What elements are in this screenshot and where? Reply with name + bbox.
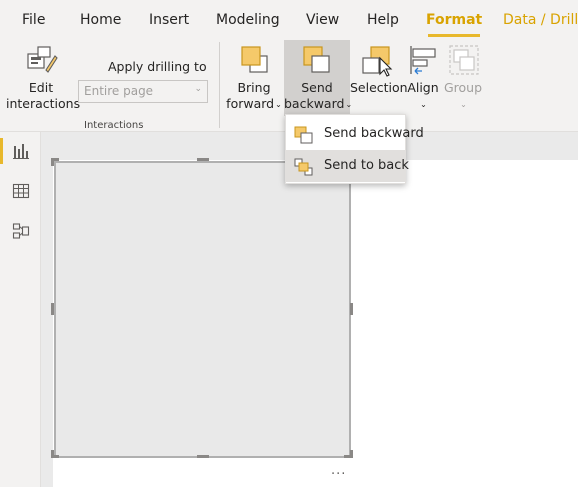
edit-interactions-icon bbox=[27, 46, 58, 73]
edit-interactions-button[interactable]: Edit interactions bbox=[6, 42, 81, 116]
chevron-down-icon: ⌄ bbox=[460, 99, 467, 109]
tab-home[interactable]: Home bbox=[80, 12, 121, 28]
send-backward-label-text: backward bbox=[284, 96, 345, 111]
apply-drilling-value: Entire page bbox=[84, 84, 154, 98]
align-chevron: ⌄ bbox=[404, 96, 442, 113]
menu-item-label: Send backward bbox=[324, 126, 424, 141]
bring-forward-icon bbox=[241, 46, 268, 73]
tab-format-label: Format bbox=[426, 12, 483, 28]
group-button[interactable]: Group ⌄ bbox=[442, 42, 484, 116]
edit-interactions-label-2: interactions bbox=[6, 96, 81, 111]
tab-data-drill[interactable]: Data / Drill bbox=[503, 12, 578, 28]
resize-handle[interactable] bbox=[51, 158, 54, 166]
resize-handle[interactable] bbox=[350, 450, 353, 458]
resize-handle[interactable] bbox=[197, 455, 209, 458]
bring-forward-label-2: forward⌄ bbox=[226, 96, 282, 113]
resize-handle[interactable] bbox=[197, 158, 209, 161]
tab-modeling[interactable]: Modeling bbox=[216, 12, 280, 28]
chevron-down-icon: ⌄ bbox=[275, 99, 282, 109]
send-backward-menu: Send backward Send to back bbox=[285, 114, 424, 184]
apply-drilling-label: Apply drilling to bbox=[108, 59, 207, 74]
ribbon-separator bbox=[219, 42, 220, 128]
selection-button[interactable]: Selection bbox=[350, 42, 408, 116]
send-backward-icon bbox=[294, 126, 313, 144]
resize-handle[interactable] bbox=[51, 303, 54, 315]
align-button[interactable]: Align ⌄ bbox=[404, 42, 442, 116]
tab-view[interactable]: View bbox=[306, 12, 339, 28]
chevron-down-icon: ⌄ bbox=[194, 84, 202, 94]
group-label: Group bbox=[443, 80, 483, 95]
table-icon[interactable] bbox=[12, 182, 30, 200]
interactions-group-label: Interactions bbox=[84, 120, 144, 131]
active-view-indicator bbox=[0, 138, 3, 164]
active-tab-underline bbox=[428, 34, 481, 37]
canvas-left-strip bbox=[41, 160, 53, 487]
menu-item-send-to-back[interactable]: Send to back bbox=[286, 150, 409, 182]
tab-format[interactable]: Format bbox=[426, 12, 483, 37]
bar-chart-icon[interactable] bbox=[12, 142, 30, 160]
group-icon bbox=[449, 45, 479, 75]
send-backward-label-2: backward⌄ bbox=[284, 96, 352, 113]
align-icon bbox=[410, 46, 436, 75]
apply-drilling-select[interactable]: Entire page ⌄ bbox=[78, 80, 208, 103]
left-nav bbox=[0, 132, 41, 487]
bring-forward-button[interactable]: Bring forward⌄ bbox=[226, 42, 282, 116]
resize-handle[interactable] bbox=[350, 303, 353, 315]
tab-insert[interactable]: Insert bbox=[149, 12, 189, 28]
menu-bar: File Home Insert Modeling View Help Form… bbox=[0, 0, 578, 38]
tab-help[interactable]: Help bbox=[367, 12, 399, 28]
menu-item-send-backward[interactable]: Send backward bbox=[286, 118, 424, 150]
selection-pane-icon bbox=[362, 46, 393, 77]
resize-handle[interactable] bbox=[51, 450, 54, 458]
send-backward-label-1: Send bbox=[301, 80, 333, 95]
selected-visual[interactable] bbox=[54, 161, 351, 458]
bring-forward-label-text: forward bbox=[226, 96, 275, 111]
chevron-down-icon: ⌄ bbox=[420, 99, 427, 109]
more-options-button[interactable]: ... bbox=[331, 463, 346, 478]
edit-interactions-label-1: Edit bbox=[28, 80, 54, 95]
bring-forward-label-1: Bring bbox=[237, 80, 271, 95]
group-chevron: ⌄ bbox=[442, 96, 484, 113]
send-backward-button[interactable]: Send backward⌄ bbox=[284, 40, 352, 116]
menu-item-label: Send to back bbox=[324, 158, 409, 173]
send-to-back-icon bbox=[294, 158, 313, 176]
tab-file[interactable]: File bbox=[22, 12, 45, 28]
model-icon[interactable] bbox=[12, 222, 30, 240]
align-label: Align bbox=[407, 80, 439, 95]
send-backward-icon bbox=[303, 46, 330, 73]
selection-label: Selection bbox=[350, 80, 408, 95]
